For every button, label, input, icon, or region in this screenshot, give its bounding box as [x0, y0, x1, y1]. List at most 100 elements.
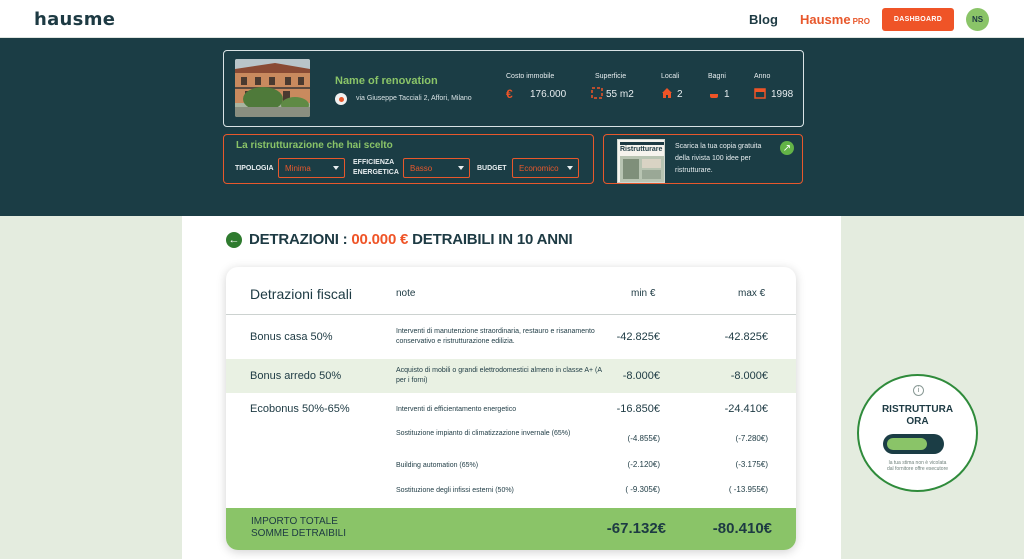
stat-label: Superficie: [595, 73, 627, 80]
cta-title: RISTRUTTURA ORA: [859, 404, 976, 428]
table-subrow: Sostituzione impianto di climatizzazione…: [226, 425, 796, 453]
magazine-cover: Ristrutturare: [617, 139, 665, 183]
info-icon[interactable]: i: [913, 385, 924, 396]
chevron-down-icon: [567, 166, 573, 170]
logo[interactable]: hausme: [34, 9, 115, 30]
external-link-icon[interactable]: ↗: [780, 141, 794, 155]
efficienza-value: Basso: [410, 164, 433, 173]
renovation-card: La ristrutturazione che hai scelto TIPOL…: [223, 134, 594, 184]
table-row: Bonus casa 50% Interventi di manutenzion…: [226, 315, 796, 359]
avatar[interactable]: NS: [966, 8, 989, 31]
tipologia-label: TIPOLOGIA: [235, 165, 274, 172]
efficienza-select[interactable]: Basso: [403, 158, 470, 178]
table-row: Ecobonus 50%-65% Interventi di efficient…: [226, 393, 796, 423]
subrow-note: Building automation (65%): [396, 462, 479, 469]
title-suffix: DETRAIBILI IN 10 ANNI: [412, 231, 573, 248]
budget-value: Economico: [519, 164, 559, 173]
cta-title-line-2: ORA: [906, 416, 929, 427]
subrow-max: (-3.175€): [735, 460, 768, 469]
row-min: -42.825€: [616, 331, 660, 343]
pro-suffix: PRO: [852, 17, 870, 26]
dashboard-button[interactable]: DASHBOARD: [882, 8, 954, 31]
ristruttura-ora-widget[interactable]: i RISTRUTTURA ORA la tua stima non è vico…: [857, 374, 978, 492]
euro-icon: €: [506, 87, 513, 101]
table-subrow: Building automation (65%) (-2.120€) (-3.…: [226, 455, 796, 477]
efficienza-label: EFFICIENZA ENERGETICA: [353, 158, 399, 178]
stat-label: Anno: [754, 73, 771, 80]
stat-anno: Anno 1998: [754, 73, 793, 100]
subrow-min: (-2.120€): [627, 460, 660, 469]
stat-label: Bagni: [708, 73, 726, 80]
row-min: -8.000€: [622, 370, 660, 382]
table-subrow: Sostituzione degli infissi esterni (50%)…: [226, 479, 796, 501]
toggle-knob[interactable]: [887, 438, 927, 450]
stat-value: 2: [677, 89, 683, 100]
tipologia-value: Minima: [285, 164, 311, 173]
renovation-title: La ristrutturazione che hai scelto: [236, 140, 393, 151]
page-title: DETRAZIONI : 00.000 € DETRAIBILI IN 10 A…: [249, 231, 573, 248]
efficienza-label-line-2: ENERGETICA: [353, 169, 399, 176]
stat-value: 55 m2: [606, 89, 634, 100]
stat-label: Locali: [661, 73, 680, 80]
budget-label: BUDGET: [477, 165, 507, 172]
stat-costo-immobile: Costo immobile € 176.000: [506, 73, 566, 101]
budget-select[interactable]: Economico: [512, 158, 579, 178]
row-name: Bonus casa 50%: [250, 331, 333, 343]
subrow-max: (-7.280€): [735, 434, 768, 443]
subrow-max: ( -13.955€): [728, 485, 768, 494]
stat-label: Costo immobile: [506, 73, 555, 80]
magazine-card[interactable]: Ristrutturare Scarica la tua copia gratu…: [603, 134, 803, 184]
property-address: via Giuseppe Tacciali 2, Affori, Milano: [356, 95, 472, 102]
deductions-table: Detrazioni fiscali note min € max € Bonu…: [226, 267, 796, 550]
bath-icon: [708, 87, 720, 102]
house-icon: [661, 87, 673, 102]
renovation-name: Name of renovation: [335, 75, 438, 87]
total-label-line-2: SOMME DETRAIBILI: [251, 528, 347, 539]
row-max: -42.825€: [724, 331, 768, 343]
top-nav: hausme Blog Hausme PRO DASHBOARD NS: [0, 0, 1024, 38]
column-header-max: max €: [738, 288, 766, 299]
area-icon: [591, 87, 603, 102]
subrow-note: Sostituzione impianto di climatizzazione…: [396, 430, 571, 437]
row-note: Interventi di manutenzione straordinaria…: [396, 328, 595, 345]
efficienza-label-line-1: EFFICIENZA: [353, 159, 395, 166]
title-amount: 00.000 €: [351, 231, 409, 248]
title-prefix: DETRAZIONI :: [249, 231, 348, 248]
property-card: Name of renovation via Giuseppe Tacciali…: [223, 50, 804, 127]
total-min: -67.132€: [606, 520, 666, 537]
ristruttura-toggle[interactable]: [883, 434, 944, 454]
chevron-down-icon: [458, 166, 464, 170]
subrow-min: ( -9.305€): [625, 485, 660, 494]
chevron-down-icon: [333, 166, 339, 170]
cta-title-line-1: RISTRUTTURA: [881, 404, 954, 415]
column-header-note: note: [396, 288, 416, 299]
column-header-detrazioni: Detrazioni fiscali: [250, 286, 352, 302]
row-name: Ecobonus 50%-65%: [250, 403, 350, 415]
total-max: -80.410€: [712, 520, 772, 537]
row-min: -16.850€: [616, 403, 660, 415]
nav-link-blog[interactable]: Blog: [749, 12, 778, 27]
table-row: Bonus arredo 50% Acquisto di mobili o gr…: [226, 359, 796, 393]
hero-panel: Name of renovation via Giuseppe Tacciali…: [0, 38, 1024, 216]
nav-link-hausme-pro[interactable]: Hausme PRO: [800, 12, 870, 27]
location-pin-icon: [335, 93, 347, 105]
pro-brand: Hausme: [800, 12, 851, 27]
magazine-text: Scarica la tua copia gratuita della rivi…: [675, 143, 762, 174]
tipologia-select[interactable]: Minima: [278, 158, 345, 178]
stat-value: 1: [724, 89, 730, 100]
main-content: ← DETRAZIONI : 00.000 € DETRAIBILI IN 10…: [182, 216, 841, 559]
stat-locali: Locali 2: [661, 73, 683, 100]
row-max: -8.000€: [730, 370, 768, 382]
calendar-icon: [754, 87, 766, 102]
stat-value: 1998: [771, 89, 794, 100]
subrow-note: Sostituzione degli infissi esterni (50%): [396, 487, 514, 494]
row-max: -24.410€: [724, 403, 768, 415]
subrow-min: (-4.855€): [627, 434, 660, 443]
row-note: Acquisto di mobili o grandi elettrodomes…: [396, 367, 602, 384]
row-name: Bonus arredo 50%: [250, 370, 342, 382]
total-label: IMPORTO TOTALE SOMME DETRAIBILI: [251, 516, 346, 540]
total-row: IMPORTO TOTALE SOMME DETRAIBILI -67.132€ …: [226, 508, 796, 550]
stat-value: 176.000: [530, 89, 567, 100]
back-arrow-icon[interactable]: ←: [226, 232, 242, 248]
column-header-min: min €: [631, 288, 656, 299]
